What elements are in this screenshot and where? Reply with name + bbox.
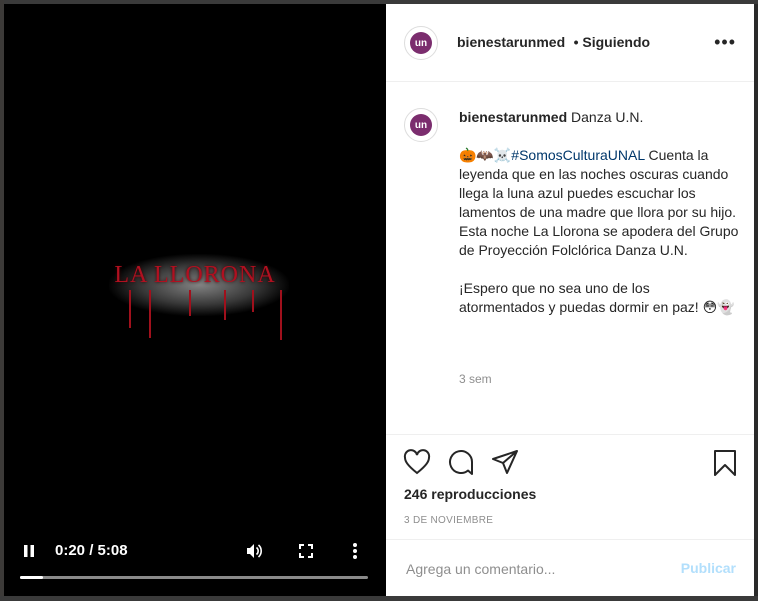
more-options-icon[interactable]: ••• — [714, 32, 736, 53]
blood-drip — [149, 290, 151, 338]
volume-button[interactable] — [245, 542, 263, 564]
post-actions: 246 reproducciones 3 DE NOVIEMBRE — [386, 434, 754, 555]
post-date: 3 DE NOVIEMBRE — [404, 515, 494, 526]
view-count[interactable]: 246 reproducciones — [404, 486, 536, 502]
caption-username[interactable]: bienestarunmed — [459, 109, 567, 125]
bookmark-icon — [714, 450, 736, 476]
publish-button[interactable]: Publicar — [681, 560, 736, 576]
hashtag-link[interactable]: #SomosCulturaUNAL — [511, 147, 644, 163]
duration: 5:08 — [97, 542, 128, 559]
avatar-logo: un — [410, 114, 432, 136]
caption-emojis: 🎃🦇☠️ — [459, 147, 512, 163]
video-player[interactable]: LA LLORONA 0:20 / 5:08 — [4, 4, 386, 596]
post-header: un bienestarunmed • Siguiendo ••• — [386, 4, 754, 82]
post-time-ago[interactable]: 3 sem — [459, 372, 492, 386]
post-side-panel: un bienestarunmed • Siguiendo ••• un bie… — [386, 4, 754, 596]
caption-paragraph: Cuenta la leyenda que en las noches oscu… — [459, 147, 739, 258]
following-label[interactable]: • Siguiendo — [574, 34, 650, 50]
header-username[interactable]: bienestarunmed — [457, 34, 565, 50]
caption-avatar[interactable]: un — [404, 108, 438, 142]
post-caption: bienestarunmed Danza U.N. 🎃🦇☠️#SomosCult… — [459, 108, 739, 317]
blood-drip — [224, 290, 226, 320]
blood-drip — [129, 290, 131, 328]
caption-end-emojis: 😳👻 — [702, 299, 735, 315]
fullscreen-icon — [299, 544, 313, 558]
video-title-card: LA LLORONA — [4, 254, 386, 340]
like-button[interactable] — [403, 449, 431, 480]
blood-drip — [189, 290, 191, 316]
page-background-right — [754, 4, 758, 596]
pause-button[interactable] — [22, 544, 36, 562]
more-options-button[interactable] — [352, 542, 358, 564]
video-title-text: LA LLORONA — [114, 262, 276, 288]
video-time: 0:20 / 5:08 — [55, 542, 128, 559]
progress-fill — [20, 576, 43, 579]
heart-icon — [403, 449, 431, 475]
blood-drip — [252, 290, 254, 312]
caption-first-line: Danza U.N. — [571, 109, 644, 125]
vertical-dots-icon — [353, 543, 357, 559]
current-time: 0:20 — [55, 542, 86, 559]
send-icon — [492, 450, 518, 474]
avatar[interactable]: un — [404, 26, 438, 60]
progress-track[interactable] — [20, 576, 368, 579]
comment-icon — [449, 450, 473, 475]
video-controls: 0:20 / 5:08 — [4, 532, 386, 592]
fullscreen-button[interactable] — [298, 543, 314, 563]
share-button[interactable] — [491, 449, 519, 480]
avatar-logo: un — [410, 32, 432, 54]
time-separator: / — [89, 542, 94, 559]
save-button[interactable] — [713, 449, 737, 482]
volume-icon — [247, 544, 263, 558]
blood-drip — [280, 290, 282, 340]
comment-bar: Publicar — [386, 539, 754, 597]
pause-icon — [24, 545, 34, 557]
caption-paragraph: ¡Espero que no sea uno de los atormentad… — [459, 280, 699, 315]
comment-button[interactable] — [447, 449, 475, 482]
comment-input[interactable] — [404, 560, 668, 578]
